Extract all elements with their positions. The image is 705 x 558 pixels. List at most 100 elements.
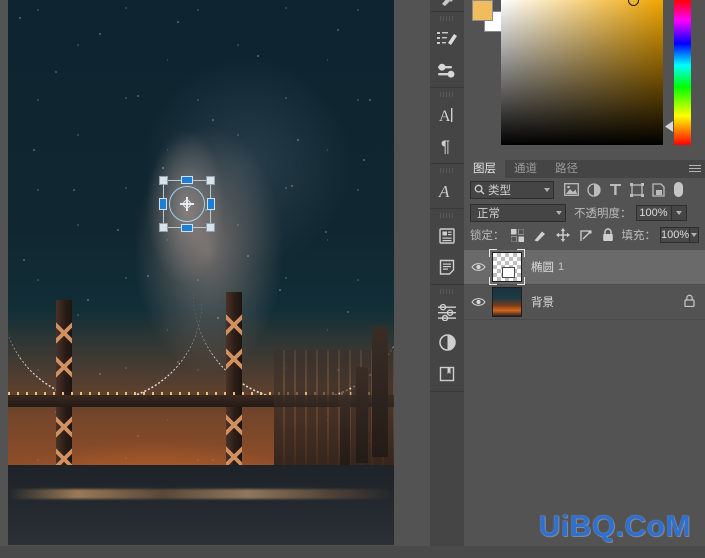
bottom-status-strip [0,546,705,558]
hue-slider-marker[interactable] [665,121,673,132]
layer-thumbnail[interactable] [492,287,522,317]
tab-layers[interactable]: 图层 [464,160,505,178]
opacity-input[interactable]: 100% [635,204,672,221]
svg-text:A: A [439,108,451,124]
paragraph-styles-icon[interactable] [430,220,464,251]
lock-label: 锁定： [470,230,505,242]
layer-filter-type-label: 类型 [488,184,511,197]
fill-stepper[interactable] [690,227,699,243]
color-picker-marker[interactable] [628,0,639,6]
lock-icons [510,228,614,242]
document-image[interactable] [8,0,394,545]
libraries-icon[interactable] [430,358,464,389]
handle-top-center[interactable] [181,176,193,184]
layer-thumbnail[interactable] [492,252,522,282]
adjustments-icon[interactable] [430,296,464,327]
color-panel[interactable] [464,0,705,155]
lock-artboard-icon[interactable] [579,229,593,242]
panel-grip-2[interactable] [440,92,454,97]
blend-mode-row: 正常 不透明度： 100% [464,201,705,224]
handle-bottom-left[interactable] [159,223,168,232]
tower-right-brace-1 [226,310,242,340]
ellipse-transform-widget[interactable] [159,176,215,232]
panel-tab-bar: 图层 通道 路径 [464,160,705,178]
saturation-value-field[interactable] [501,0,663,145]
panel-grip-5[interactable] [440,289,454,294]
tab-paths[interactable]: 路径 [546,160,587,178]
chevron-down-icon [691,233,698,237]
handle-bottom-center[interactable] [181,224,193,232]
rail-group-brush [430,12,464,88]
layer-lock-icon [684,294,695,310]
lock-transparency-icon[interactable] [510,228,524,242]
document-canvas-area[interactable] [0,0,430,558]
filter-smartobject-icon[interactable] [652,182,665,197]
filter-type-icon[interactable] [609,183,622,196]
layer-name[interactable]: 背景 [531,294,554,310]
panel-grip-1[interactable] [440,16,454,21]
handle-middle-right[interactable] [207,198,215,210]
brush-settings-icon[interactable] [430,23,464,54]
layer-filter-row: 类型 [464,178,705,201]
lock-position-icon[interactable] [555,228,570,242]
skyscraper-1 [372,327,388,457]
layers-panel: 图层 通道 路径 类型 正常 不透明度： 100% 锁定： 填充： 100% 椭… [464,160,705,558]
brush-presets-icon[interactable] [430,0,464,9]
blend-mode-select[interactable]: 正常 [470,203,566,222]
ellipse-shape-thumb [502,267,515,278]
fill-label: 填充： [621,230,657,242]
layer-visibility-toggle[interactable] [464,297,492,307]
panel-dock-rail[interactable]: A ¶ A [430,0,465,558]
handle-middle-left[interactable] [159,198,167,210]
rail-group-panels [430,209,464,285]
panel-grip-4[interactable] [440,213,454,218]
panel-grip-3[interactable] [440,168,454,173]
fill-input[interactable]: 100% [660,227,691,243]
layer-name[interactable]: 椭圆 [531,259,554,275]
transform-center-ring [183,200,191,208]
skyscraper-3 [340,395,350,465]
chevron-down-icon [544,187,550,192]
notes-icon[interactable] [430,251,464,282]
opacity-stepper[interactable] [671,204,687,221]
search-icon [474,184,485,195]
layer-visibility-toggle[interactable] [464,262,492,272]
tower-right-brace-2 [226,344,242,374]
tab-channels[interactable]: 通道 [505,160,546,178]
filter-shape-icon[interactable] [630,182,644,197]
blend-mode-value: 正常 [477,207,500,220]
layer-filter-type-select[interactable]: 类型 [470,180,554,199]
handle-bottom-right[interactable] [206,223,215,232]
foreground-color-swatch[interactable] [472,0,493,21]
chevron-down-icon [675,210,682,215]
eye-icon [470,263,486,271]
svg-text:¶: ¶ [441,137,450,155]
filter-enable-toggle[interactable] [674,182,683,197]
hue-slider[interactable] [674,0,691,145]
right-panel-column: 图层 通道 路径 类型 正常 不透明度： 100% 锁定： 填充： 100% 椭… [464,0,705,558]
handle-top-left[interactable] [159,176,168,185]
filter-adjustment-icon[interactable] [587,182,601,197]
water-reflection [8,489,394,499]
chevron-down-icon [556,210,562,215]
svg-text:A: A [438,182,450,201]
tower-left-brace-2 [56,352,72,382]
lock-image-icon[interactable] [533,229,547,242]
table-row[interactable]: 背景 [464,285,705,320]
character-icon[interactable]: A [430,99,464,130]
rail-group-top [430,0,464,12]
panel-menu-icon[interactable] [689,165,701,174]
table-row[interactable]: 椭圆 1 [464,249,705,285]
opacity-label: 不透明度： [574,207,632,220]
character-styles-icon[interactable]: A [430,175,464,206]
eye-icon [470,298,486,306]
brush-options-icon[interactable] [430,54,464,85]
properties-icon[interactable] [430,327,464,358]
rail-group-adjust [430,285,464,392]
layer-number: 1 [558,261,565,273]
skyscraper-2 [356,367,368,463]
filter-pixel-icon[interactable] [564,183,579,196]
paragraph-icon[interactable]: ¶ [430,130,464,161]
lock-all-icon[interactable] [602,228,614,242]
handle-top-right[interactable] [206,176,215,185]
